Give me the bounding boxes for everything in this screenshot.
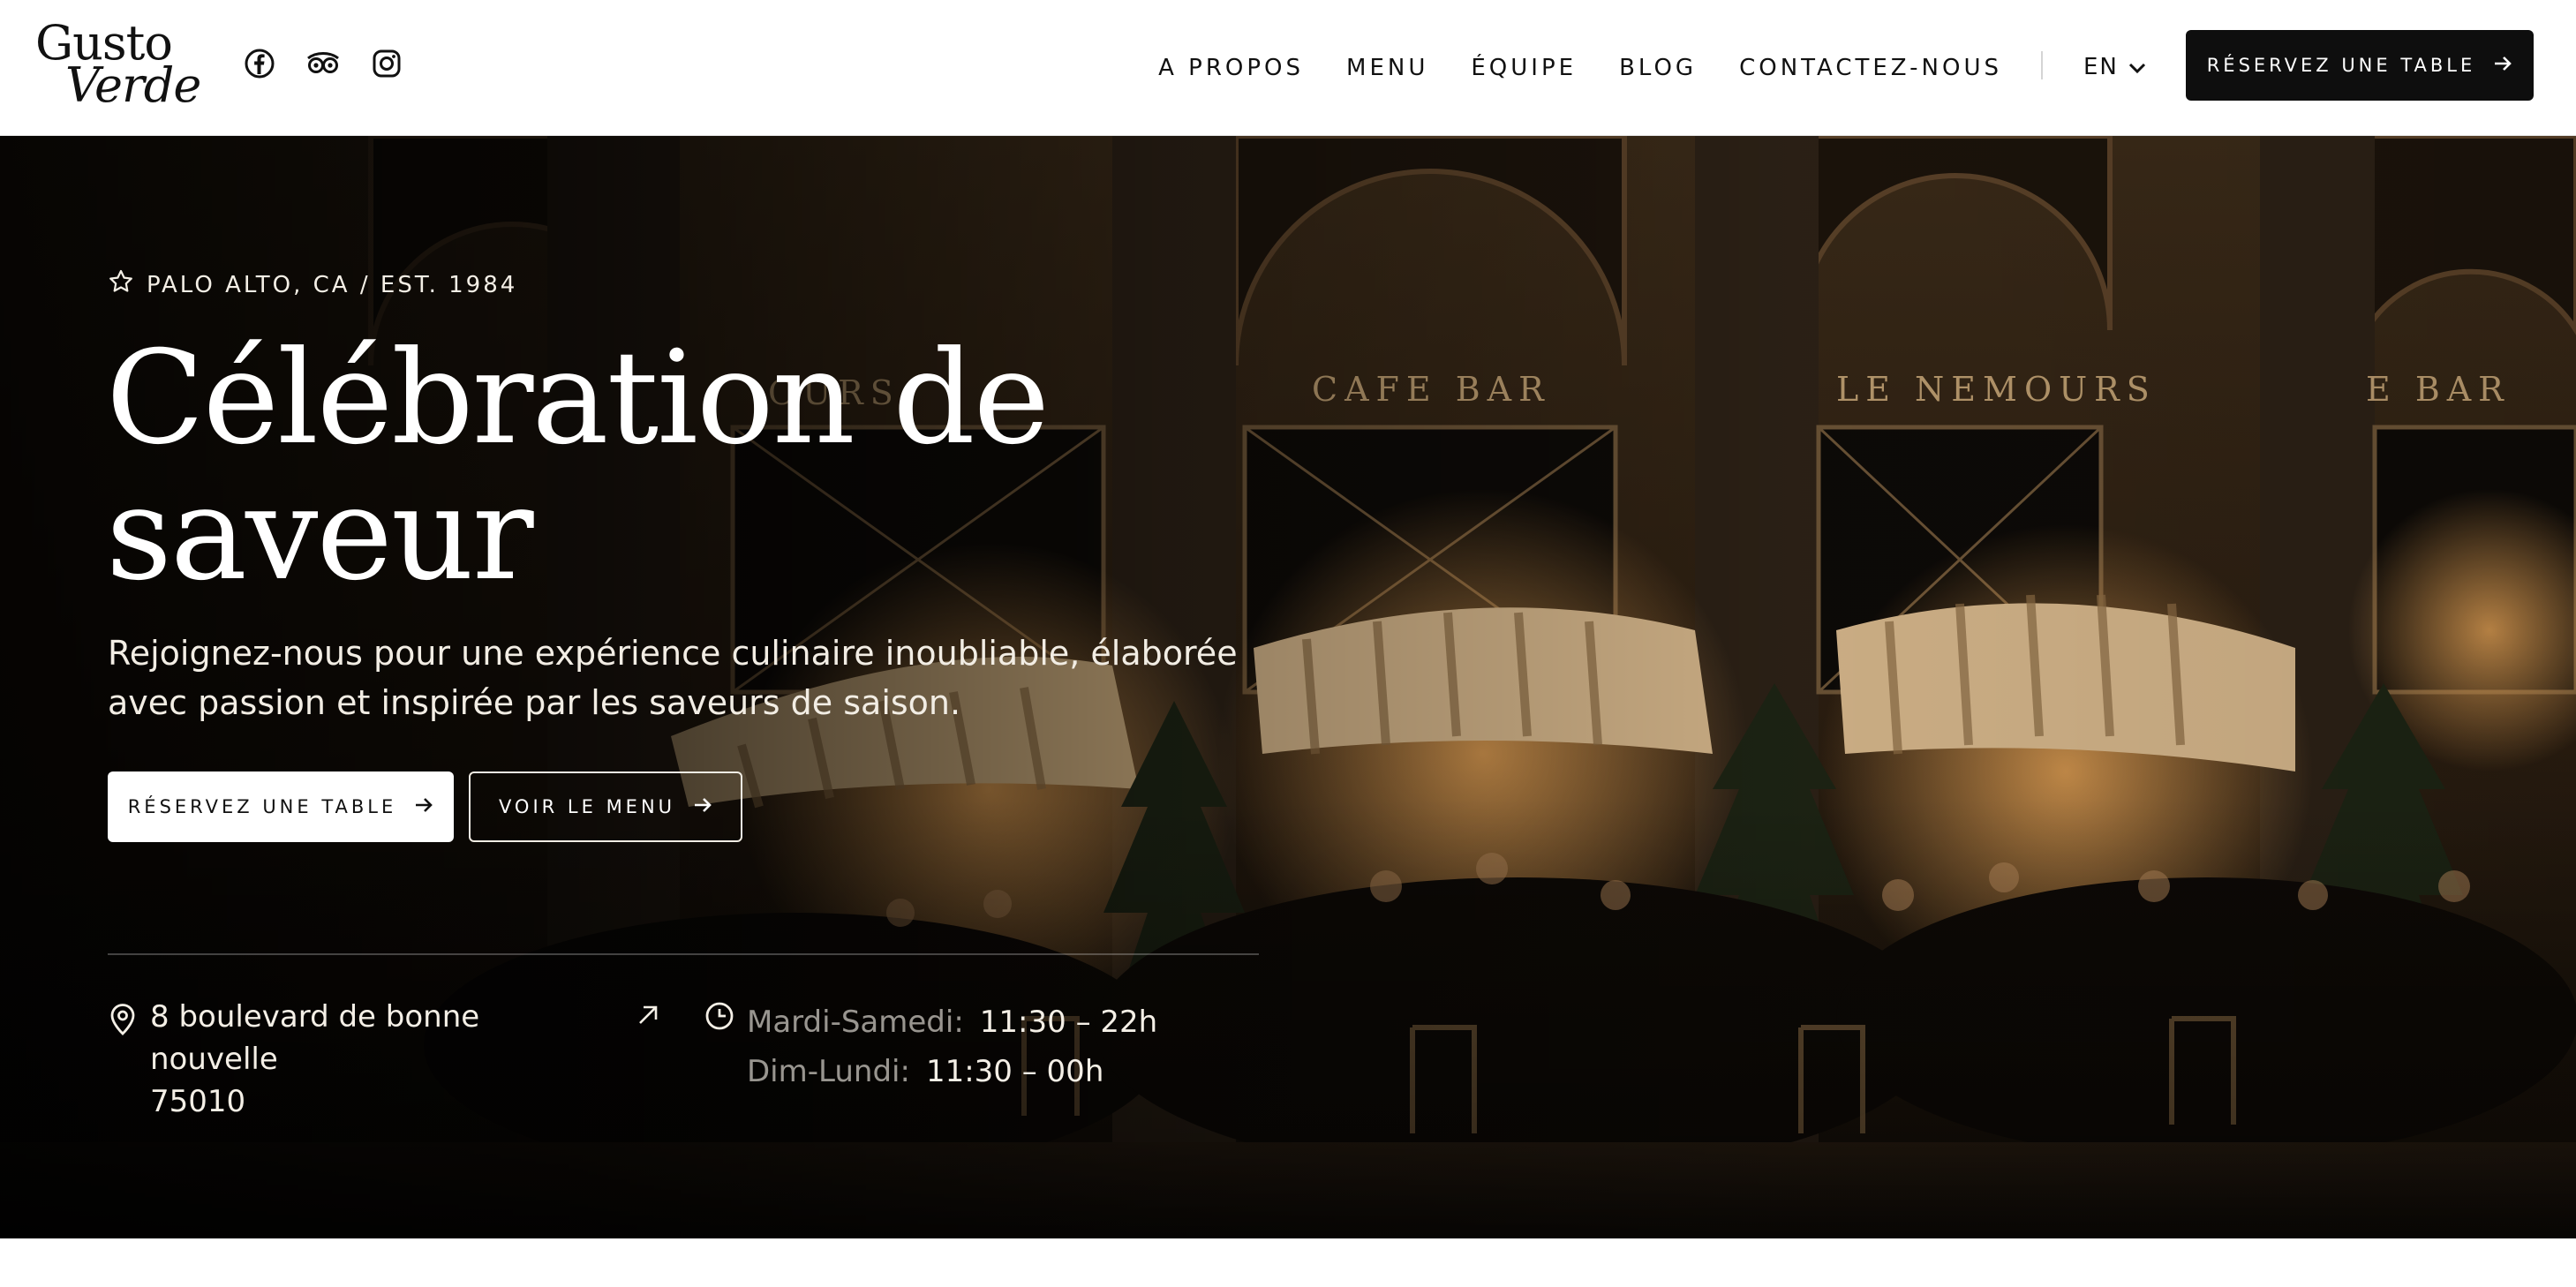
nav-item-a-propos[interactable]: A PROPOS: [1158, 55, 1304, 81]
header-reserve-label: RÉSERVEZ UNE TABLE: [2206, 55, 2476, 76]
instagram-icon[interactable]: [369, 46, 404, 81]
view-menu-button[interactable]: VOIR LE MENU: [469, 771, 742, 842]
hero-title-line1: Célébration de: [106, 323, 1050, 473]
hero-title-line2: saveur: [106, 459, 534, 609]
hours-row: Dim-Lundi: 11:30 – 00h: [747, 1047, 1157, 1096]
chevron-down-icon: [2128, 54, 2147, 80]
hero-divider: [108, 953, 1259, 955]
nav-item-contact[interactable]: CONTACTEZ-NOUS: [1739, 55, 2002, 81]
brand-logo[interactable]: Gusto Verde: [35, 19, 201, 117]
location-pin-icon: [108, 1003, 138, 1036]
hero-section: OURS CAFE BAR LE NEMOURS E BAR: [0, 136, 2576, 1238]
hero-reserve-button[interactable]: RÉSERVEZ UNE TABLE: [108, 771, 454, 842]
nav-item-menu[interactable]: MENU: [1346, 55, 1428, 81]
address-line2: 75010: [150, 1084, 246, 1119]
star-icon: [108, 268, 134, 301]
hero-subtitle: Rejoignez-nous pour une expérience culin…: [108, 634, 1238, 722]
hero-reserve-label: RÉSERVEZ UNE TABLE: [127, 796, 397, 817]
arrow-right-icon: [2493, 55, 2512, 76]
arrow-right-icon: [414, 796, 433, 817]
brand-logo-line2: Verde: [65, 57, 201, 113]
clock-icon: [704, 1001, 734, 1031]
hero-eyebrow-text: PALO ALTO, CA / EST. 1984: [147, 271, 518, 298]
tripadvisor-icon[interactable]: [305, 46, 341, 81]
external-link-icon[interactable]: [634, 1001, 662, 1029]
nav-item-equipe[interactable]: ÉQUIPE: [1471, 55, 1577, 81]
hours-row: Mardi-Samedi: 11:30 – 22h: [747, 997, 1157, 1047]
nav-item-blog[interactable]: BLOG: [1619, 55, 1697, 81]
view-menu-label: VOIR LE MENU: [498, 796, 676, 817]
address-line1: 8 boulevard de bonne nouvelle: [150, 999, 480, 1077]
address: 8 boulevard de bonne nouvelle 75010: [150, 996, 609, 1123]
hero-title: Célébration de saveur: [106, 330, 1254, 602]
language-selector[interactable]: EN: [2083, 49, 2147, 85]
header-reserve-button[interactable]: RÉSERVEZ UNE TABLE: [2186, 30, 2534, 101]
nav-divider: [2041, 51, 2043, 79]
hero-eyebrow: PALO ALTO, CA / EST. 1984: [108, 268, 517, 301]
language-label: EN: [2083, 54, 2119, 80]
opening-hours: Mardi-Samedi: 11:30 – 22h Dim-Lundi: 11:…: [747, 997, 1157, 1096]
site-header: Gusto Verde A PROPOS MENU ÉQUIPE BLOG CO…: [0, 0, 2576, 136]
hours-days: Mardi-Samedi:: [747, 1005, 964, 1040]
arrow-right-icon: [693, 796, 712, 817]
hours-time: 11:30 – 22h: [979, 1005, 1158, 1040]
hours-days: Dim-Lundi:: [747, 1054, 910, 1089]
main-nav: A PROPOS MENU ÉQUIPE BLOG CONTACTEZ-NOUS: [1158, 0, 2002, 136]
facebook-icon[interactable]: [242, 46, 277, 81]
social-links: [242, 46, 404, 81]
hours-time: 11:30 – 00h: [925, 1054, 1104, 1089]
